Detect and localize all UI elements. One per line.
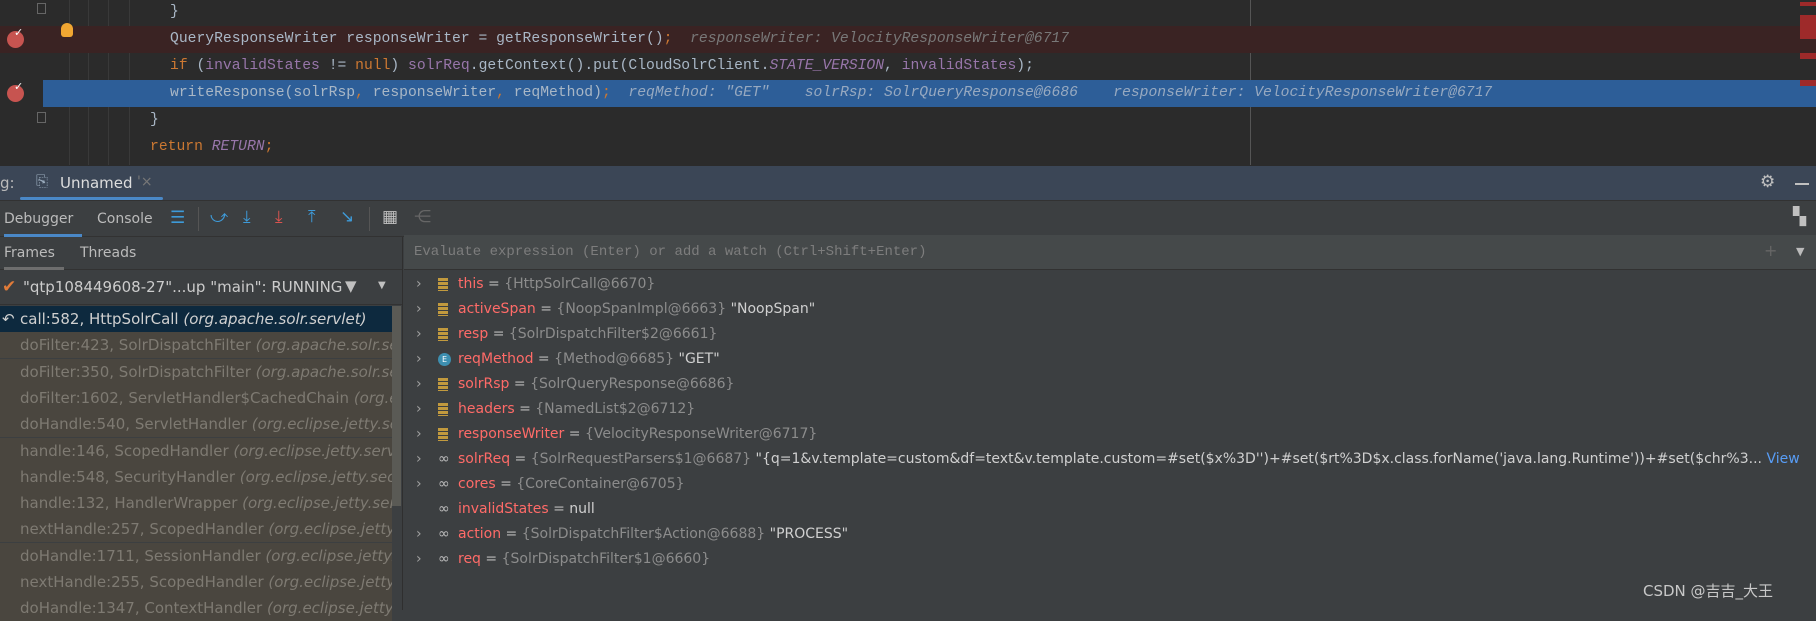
session-icon: ⎘ (36, 172, 49, 190)
frame-item[interactable]: doHandle:1711, SessionHandler (org.eclip… (0, 542, 392, 569)
breakpoint-icon[interactable] (7, 26, 24, 48)
frame-item[interactable]: doFilter:350, SolrDispatchFilter (org.ap… (0, 358, 392, 385)
field-icon (438, 378, 448, 391)
field-icon (438, 328, 448, 341)
frames-scrollbar[interactable] (392, 306, 401, 506)
layout-settings-icon[interactable]: ▚ (1793, 209, 1806, 226)
dropdown-icon[interactable]: ▼ (378, 280, 386, 291)
watermark: CSDN @吉吉_大王 (1643, 582, 1774, 600)
watch-icon: ∞ (438, 551, 450, 567)
code-line-breakpoint: QueryResponseWriter responseWriter = get… (0, 26, 1816, 53)
field-icon (438, 403, 448, 416)
code-editor[interactable]: } QueryResponseWriter responseWriter = g… (0, 0, 1816, 165)
expand-chevron-icon[interactable]: › (416, 372, 422, 397)
add-watch-icon[interactable]: + (1764, 241, 1777, 260)
field-icon (438, 428, 448, 441)
frame-item[interactable]: doHandle:1347, ContextHandler (org.eclip… (0, 595, 392, 621)
variable-row[interactable]: › headers = {NamedList$2@6712} (404, 397, 1816, 422)
close-tab-icon[interactable]: '× (137, 174, 153, 190)
return-arrow-icon: ↶ (2, 310, 15, 328)
show-execution-point-icon[interactable]: ☰ (170, 210, 185, 227)
debugger-toolbar: Debugger Console ☰ ⤻ ⤓ ⤓ ⤒ ↘ ▦ ⋲ ▚ (0, 200, 1816, 237)
variable-row[interactable]: › resp = {SolrDispatchFilter$2@6661} (404, 322, 1816, 347)
watch-input[interactable]: Evaluate expression (Enter) or add a wat… (404, 235, 1816, 270)
force-step-into-icon[interactable]: ⤓ (275, 209, 283, 226)
frame-item[interactable]: doFilter:423, SolrDispatchFilter (org.ap… (0, 332, 392, 359)
frame-item[interactable]: handle:548, SecurityHandler (org.eclipse… (0, 463, 392, 490)
watch-icon: ∞ (438, 451, 450, 467)
minimize-icon[interactable] (1795, 183, 1809, 185)
expand-chevron-icon[interactable]: › (416, 272, 422, 297)
tab-debugger[interactable]: Debugger (4, 201, 82, 237)
gear-icon[interactable]: ⚙ (1760, 174, 1775, 191)
expand-chevron-icon[interactable]: › (416, 522, 422, 547)
frame-item[interactable]: doHandle:540, ServletHandler (org.eclips… (0, 411, 392, 438)
frame-item[interactable]: ↶ call:582, HttpSolrCall (org.apache.solr… (0, 306, 392, 332)
expand-chevron-icon[interactable]: › (416, 322, 422, 347)
field-icon (438, 278, 448, 291)
breakpoint-icon[interactable] (7, 80, 24, 102)
evaluate-expression-icon[interactable]: ▦ (382, 209, 398, 226)
tab-console[interactable]: Console (97, 201, 153, 237)
code-line: return RETURN; (150, 139, 274, 155)
frame-item[interactable]: handle:132, HandlerWrapper (org.eclipse.… (0, 490, 392, 517)
frame-item[interactable]: nextHandle:257, ScopedHandler (org.eclip… (0, 516, 392, 543)
variable-row[interactable]: ∞ invalidStates = null (404, 497, 1816, 522)
variable-row[interactable]: › responseWriter = {VelocityResponseWrite… (404, 422, 1816, 447)
thread-selector[interactable]: ✔ "qtp108449608-27"...up "main": RUNNING… (0, 271, 402, 305)
fold-icon[interactable] (37, 112, 46, 123)
code-line: } (150, 112, 159, 128)
variable-row[interactable]: › ∞ action = {SolrDispatchFilter$Action@66… (404, 522, 1816, 547)
lightbulb-icon[interactable] (61, 23, 73, 37)
step-out-icon[interactable]: ⤒ (308, 209, 316, 226)
code-line: } (170, 4, 179, 20)
step-over-icon[interactable]: ⤻ (210, 209, 228, 226)
variable-row[interactable]: › solrRsp = {SolrQueryResponse@6686} (404, 372, 1816, 397)
watch-icon: ∞ (438, 501, 450, 517)
watch-icon: ∞ (438, 526, 450, 542)
tab-threads[interactable]: Threads (80, 237, 136, 270)
check-icon: ✔ (2, 277, 17, 297)
expand-chevron-icon[interactable]: › (416, 547, 422, 572)
frame-item[interactable]: handle:146, ScopedHandler (org.eclipse.j… (0, 437, 392, 464)
variable-row[interactable]: › ∞ solrReq = {SolrRequestParsers$1@6687} … (404, 447, 1816, 472)
code-line: if (invalidStates != null) solrReq.getCo… (170, 58, 1034, 74)
frame-item[interactable]: doFilter:1602, ServletHandler$CachedChai… (0, 384, 392, 411)
field-icon (438, 303, 448, 316)
expand-chevron-icon[interactable]: › (416, 422, 422, 447)
filter-icon[interactable]: ▼ (345, 277, 357, 295)
frames-panel: Frames Threads ✔ "qtp108449608-27"...up … (0, 237, 403, 621)
debug-label: g: (0, 174, 15, 192)
expand-chevron-icon[interactable]: › (416, 297, 422, 322)
frame-item[interactable]: nextHandle:255, ScopedHandler (org.eclip… (0, 569, 392, 595)
watch-icon: ∞ (438, 476, 450, 492)
expand-chevron-icon[interactable]: › (416, 397, 422, 422)
variable-row[interactable]: › ∞ cores = {CoreContainer@6705} (404, 472, 1816, 497)
tab-frames[interactable]: Frames (4, 237, 64, 270)
variables-panel: Evaluate expression (Enter) or add a wat… (404, 235, 1816, 610)
view-link[interactable]: View (1766, 451, 1799, 467)
dropdown-icon[interactable]: ▼ (1796, 245, 1804, 258)
debug-tool-window-header: g: ⎘ Unnamed '× ⚙ (0, 165, 1816, 200)
variable-row[interactable]: › ∞ req = {SolrDispatchFilter$1@6660} (404, 547, 1816, 572)
step-into-icon[interactable]: ⤓ (243, 209, 251, 226)
enum-icon: E (438, 353, 451, 366)
trace-stream-icon[interactable]: ⋲ (414, 209, 431, 226)
tab-session-unnamed[interactable]: ⎘ Unnamed '× (20, 166, 163, 200)
run-to-cursor-icon[interactable]: ↘ (340, 209, 354, 226)
variable-row[interactable]: › this = {HttpSolrCall@6670} (404, 272, 1816, 297)
fold-icon[interactable] (37, 3, 46, 14)
variable-row[interactable]: › EreqMethod = {Method@6685} "GET" (404, 347, 1816, 372)
expand-chevron-icon[interactable]: › (416, 472, 422, 497)
expand-chevron-icon[interactable]: › (416, 447, 422, 472)
variable-row[interactable]: › activeSpan = {NoopSpanImpl@6663} "NoopS… (404, 297, 1816, 322)
expand-chevron-icon[interactable]: › (416, 347, 422, 372)
current-execution-line: writeResponse(solrRsp, responseWriter, r… (43, 80, 1816, 107)
